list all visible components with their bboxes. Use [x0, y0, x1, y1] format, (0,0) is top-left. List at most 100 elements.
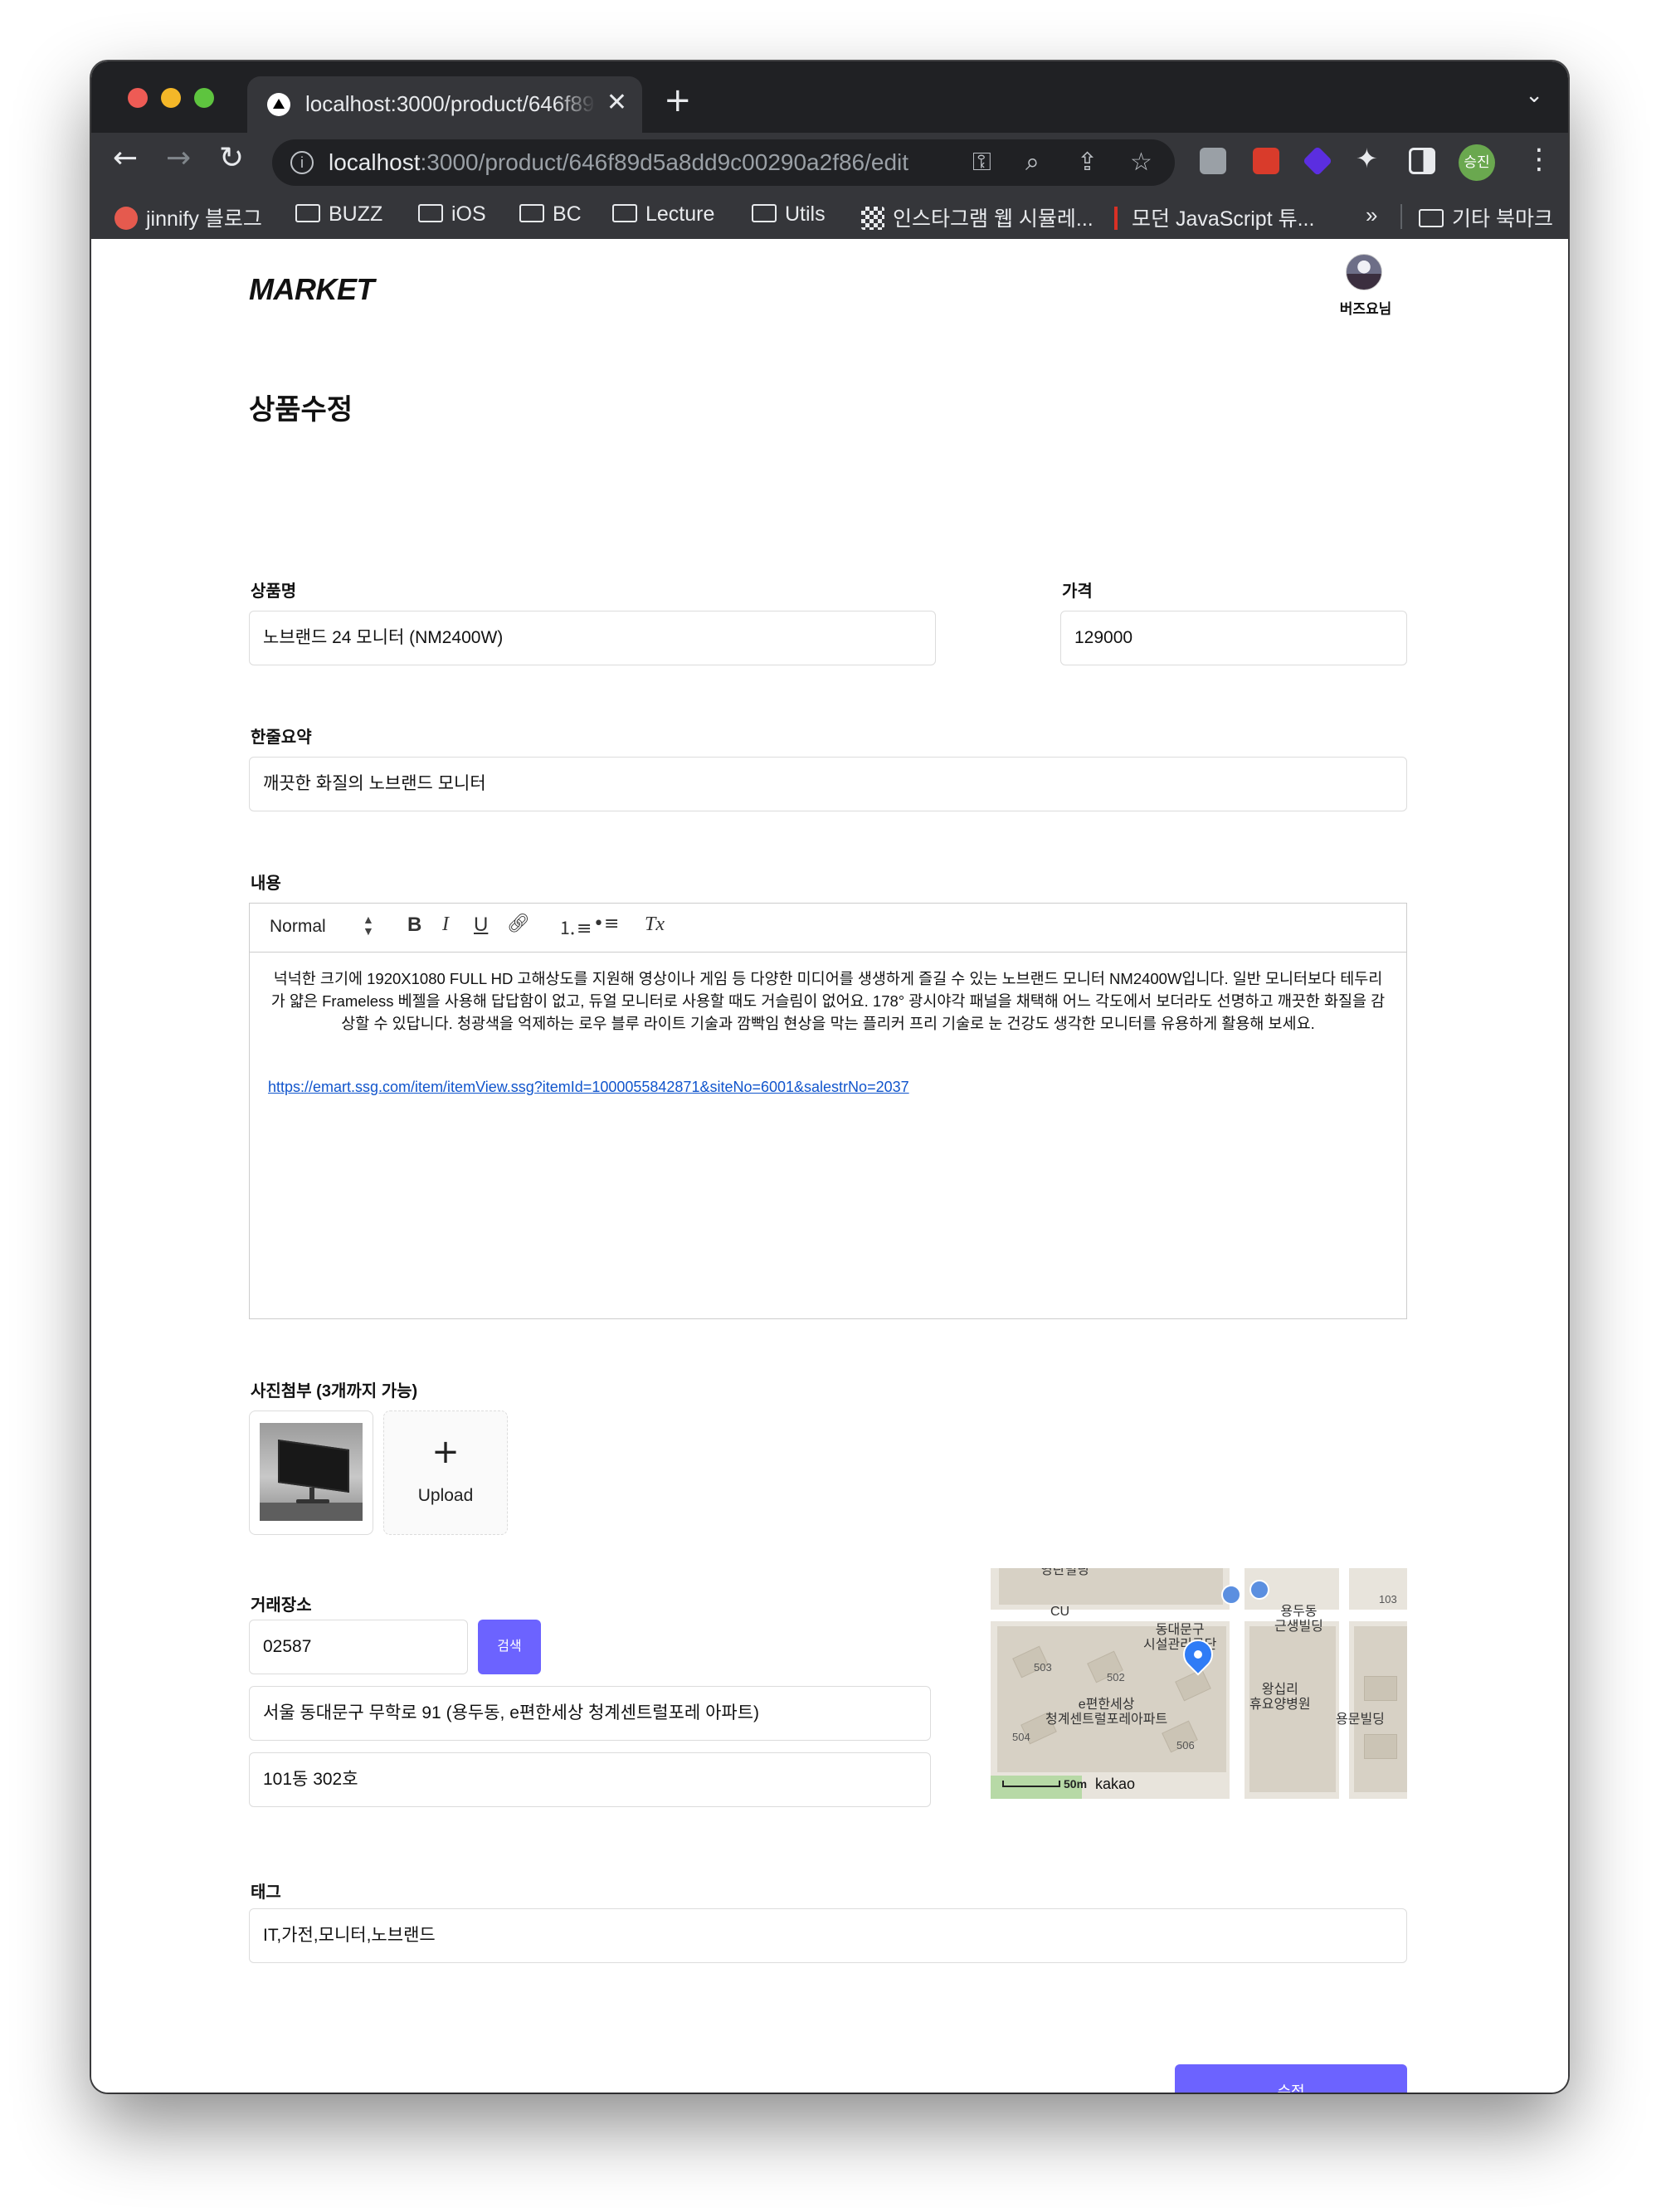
side-panel-icon[interactable] [1409, 148, 1435, 174]
puzzle-extensions-icon[interactable]: ✦ [1356, 143, 1378, 174]
map-scale-bar [1002, 1781, 1060, 1787]
bookmarks-bar: jinnify 블로그 BUZZ iOS BC Lecture Utils 인스… [91, 192, 1568, 239]
bus-stop-icon [1221, 1585, 1241, 1605]
bookmark-folder[interactable]: Utils [752, 202, 826, 227]
address-input[interactable]: 서울 동대문구 무학로 91 (용두동, e편한세상 청계센트럴포레 아파트) [249, 1686, 931, 1741]
map-number: 506 [1176, 1739, 1195, 1752]
tag-label: 태그 [251, 1883, 281, 1902]
search-address-button[interactable]: 검색 [478, 1620, 541, 1674]
bookmark-folder[interactable]: Lecture [612, 202, 714, 227]
monitor-image [260, 1423, 363, 1521]
red-extension-icon[interactable] [1253, 148, 1279, 174]
site-info-icon[interactable]: i [290, 151, 314, 174]
map-number: 504 [1012, 1731, 1030, 1743]
bookmark-item[interactable]: jinnify 블로그 [114, 202, 262, 232]
close-window-button[interactable] [128, 88, 148, 108]
map-number: 502 [1107, 1671, 1125, 1683]
kakao-logo: kakao [1095, 1776, 1136, 1792]
bookmark-item[interactable]: 인스타그램 웹 시뮬레... [861, 202, 1094, 232]
format-select[interactable]: Normal [270, 917, 326, 937]
editor-body[interactable]: 넉넉한 크기에 1920X1080 FULL HD 고해상도를 지원해 영상이나… [249, 953, 1407, 1319]
italic-button[interactable]: I [442, 914, 449, 936]
profile-avatar[interactable]: 승진 [1459, 144, 1495, 181]
map-label-apartment: e편한세상 청계센트럴포레아파트 [1045, 1698, 1168, 1727]
zoom-icon[interactable]: ⌕ [1025, 148, 1040, 177]
bookmark-folder[interactable]: BC [519, 202, 582, 227]
close-tab-icon[interactable]: ✕ [606, 88, 627, 117]
new-tab-button[interactable]: + [664, 81, 692, 119]
reload-icon[interactable]: ↻ [219, 141, 244, 175]
content-label: 내용 [251, 875, 281, 893]
tab-bar: localhost:3000/product/646f89d5a8dd9c002… [91, 61, 1568, 133]
browser-toolbar: ← → ↻ i localhost:3000/product/646f89d5a… [91, 133, 1568, 192]
bookmark-star-icon[interactable]: ☆ [1130, 148, 1152, 177]
tag-input[interactable]: IT,가전,모니터,노브랜드 [249, 1908, 1407, 1963]
bus-stop-icon [1249, 1580, 1269, 1600]
link-icon[interactable]: 🔗︎ [507, 914, 530, 934]
editor-link[interactable]: https://emart.ssg.com/item/itemView.ssg?… [268, 1079, 909, 1096]
nextjs-favicon-icon [267, 93, 290, 116]
favicon-red-icon [114, 207, 138, 230]
browser-window: localhost:3000/product/646f89d5a8dd9c002… [91, 61, 1568, 2093]
url-text: localhost:3000/product/646f89d5a8dd9c002… [329, 149, 909, 175]
price-label: 가격 [1062, 582, 1093, 601]
map-scale-label: 50m [1064, 1777, 1088, 1791]
bookmark-folder[interactable]: iOS [418, 202, 486, 227]
bookmarks-overflow-button[interactable]: » [1366, 202, 1377, 228]
summary-label: 한줄요약 [251, 728, 312, 747]
map-label-building: 영란빌딩 [1040, 1568, 1089, 1577]
folder-icon [295, 204, 320, 222]
price-input[interactable]: 129000 [1060, 611, 1407, 665]
map-label-yongmun: 용문빌딩 [1336, 1713, 1385, 1727]
location-map[interactable]: 영란빌딩 CU 동대문구 시설관리공단 용두동 근생빌딩 왕십리 휴요양병원 용… [991, 1568, 1407, 1799]
address-detail-input[interactable]: 101동 302호 [249, 1752, 931, 1807]
location-label: 거래장소 [251, 1596, 312, 1615]
active-tab[interactable]: localhost:3000/product/646f89d5a8dd9c002… [247, 76, 642, 133]
editor-toolbar: Normal ▲ ▼ B I U 🔗︎ ⒈≡ •≡ Tx [249, 903, 1407, 953]
kebab-menu-icon[interactable]: ⋮ [1525, 143, 1553, 176]
summary-input[interactable]: 깨끗한 화질의 노브랜드 모니터 [249, 757, 1407, 811]
forward-arrow-icon[interactable]: → [166, 141, 191, 175]
folder-icon [418, 204, 443, 222]
map-number: 103 [1379, 1593, 1397, 1605]
underline-button[interactable]: U [474, 914, 488, 937]
product-name-input[interactable]: 노브랜드 24 모니터 (NM2400W) [249, 611, 936, 665]
map-label-yongdu: 용두동 근생빌딩 [1274, 1605, 1323, 1634]
page-content: MARKET 버즈요님 상품수정 상품명 노브랜드 24 모니터 (NM2400… [91, 239, 1568, 2093]
tab-title: localhost:3000/product/646f89d5a8dd9c002… [305, 91, 596, 116]
select-arrows-icon[interactable]: ▲ ▼ [363, 914, 374, 937]
folder-icon [612, 204, 637, 222]
bookmark-folder[interactable]: BUZZ [295, 202, 382, 227]
map-label-cu: CU [1050, 1605, 1070, 1619]
page-title: 상품수정 [249, 394, 353, 426]
user-nickname[interactable]: 버즈요님 [1332, 297, 1399, 318]
photo-thumbnail[interactable] [249, 1411, 373, 1535]
bullet-list-icon[interactable]: •≡ [593, 914, 619, 934]
minimize-window-button[interactable] [161, 88, 181, 108]
share-icon[interactable]: ⇪ [1077, 148, 1098, 177]
user-avatar[interactable] [1346, 254, 1382, 290]
clear-format-button[interactable]: Tx [645, 914, 665, 936]
ordered-list-icon[interactable]: ⒈≡ [558, 914, 592, 940]
purple-extension-icon[interactable] [1302, 145, 1333, 177]
plus-icon: + [431, 1433, 460, 1471]
product-name-label: 상품명 [251, 582, 297, 601]
address-bar[interactable]: i localhost:3000/product/646f89d5a8dd9c0… [272, 139, 1175, 186]
folder-icon [1419, 209, 1444, 227]
other-bookmarks-folder[interactable]: 기타 북마크 [1419, 202, 1553, 232]
zipcode-input[interactable]: 02587 [249, 1620, 468, 1674]
editor-paragraph: 넉넉한 크기에 1920X1080 FULL HD 고해상도를 지원해 영상이나… [270, 970, 1386, 1032]
tower-icon [1108, 207, 1123, 230]
submit-button[interactable]: 수정 [1175, 2064, 1407, 2093]
photo-label: 사진첨부 (3개까지 가능) [251, 1382, 418, 1401]
bold-button[interactable]: B [407, 914, 421, 937]
bookmark-item[interactable]: 모던 JavaScript 튜... [1108, 202, 1314, 232]
upload-button[interactable]: + Upload [383, 1411, 508, 1535]
bookmarks-separator [1400, 204, 1402, 229]
tab-search-chevron-icon[interactable]: ⌄ [1525, 83, 1543, 108]
back-arrow-icon[interactable]: ← [113, 141, 138, 175]
camera-extension-icon[interactable] [1200, 148, 1226, 174]
key-icon[interactable]: ⚿ [972, 148, 991, 177]
market-logo[interactable]: MARKET [249, 272, 374, 307]
maximize-window-button[interactable] [194, 88, 214, 108]
